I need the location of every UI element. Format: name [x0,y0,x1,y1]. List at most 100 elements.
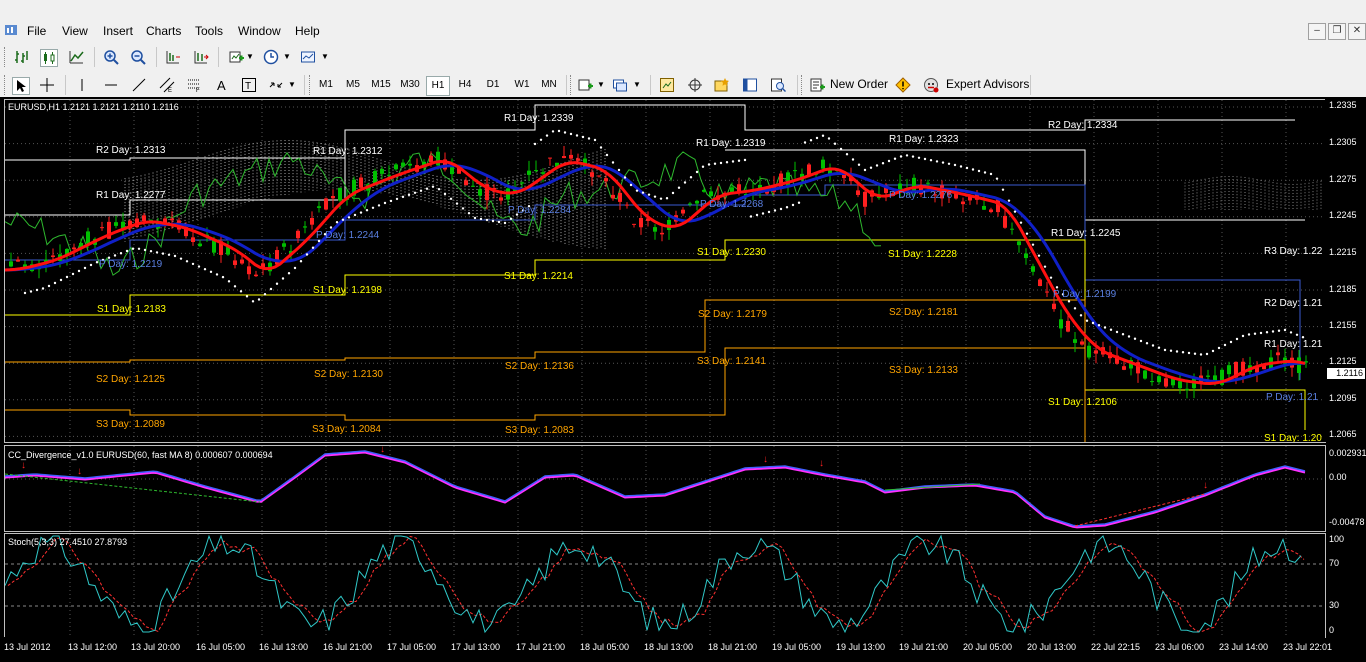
menu-tools[interactable]: Tools [195,24,223,38]
psar-dot [557,129,561,133]
stochastic-panel-title: Stoch(5,3,3) 27.4510 27.8793 [8,537,128,547]
time-label: 18 Jul 13:00 [644,642,694,652]
arrows-icon[interactable] [268,77,284,93]
market-watch-icon[interactable] [659,77,675,93]
timeframe-w1[interactable]: W1 [510,76,534,94]
time-label: 16 Jul 05:00 [196,642,246,652]
autoscroll-icon[interactable] [193,49,209,65]
psar-dot [29,290,33,293]
psar-dot [71,272,75,276]
clock-icon[interactable] [263,49,279,65]
add-indicator-icon[interactable] [228,49,244,65]
psar-dot [335,221,339,224]
psar-dot [167,253,171,256]
timeframe-d1[interactable]: D1 [481,76,505,94]
stochastic-tick: 70 [1329,558,1340,568]
bar-chart-icon[interactable] [14,49,30,65]
menu-help[interactable]: Help [295,24,320,38]
close-button[interactable]: ✕ [1348,23,1366,40]
psar-dot [1163,348,1167,352]
psar-dot [683,181,687,184]
candle-body [653,227,657,232]
pivot-label: R1 Day: 1.2277 [96,190,166,201]
expert-advisors-button[interactable]: Expert Advisors [946,77,1029,91]
pivot-label: S1 Day: 1.2198 [313,285,382,296]
new-order-icon[interactable] [809,77,825,93]
timeframe-m1[interactable]: M1 [314,76,338,94]
menu-window[interactable]: Window [238,24,281,38]
candle-body [233,260,237,265]
menu-charts[interactable]: Charts [146,24,181,38]
zoom-in-icon[interactable] [103,49,119,65]
chevron-down-icon[interactable]: ▼ [283,52,291,61]
timeframe-h1[interactable]: H1 [426,76,450,96]
strategy-tester-icon[interactable] [770,77,786,93]
psar-dot [983,171,987,174]
psar-dot [1037,254,1041,257]
chart-shift-icon[interactable] [165,49,181,65]
vertical-line-icon[interactable] [74,77,90,93]
navigator-icon[interactable] [687,77,703,93]
zoom-out-icon[interactable] [130,49,146,65]
trendline-icon[interactable] [131,77,147,93]
text-label-icon[interactable]: T [241,77,257,93]
psar-dot [1127,335,1131,338]
psar-dot [653,195,657,198]
chevron-down-icon[interactable]: ▼ [597,80,605,89]
candle-body [926,182,930,184]
chevron-down-icon[interactable]: ▼ [633,80,641,89]
timeframe-m30[interactable]: M30 [397,76,423,94]
warning-icon[interactable] [895,77,911,93]
candle-body [1017,241,1021,246]
menu-view[interactable]: View [62,24,88,38]
candle-body [681,209,685,214]
menu-insert[interactable]: Insert [103,24,133,38]
psar-dot [425,187,429,190]
cursor-icon[interactable] [12,77,30,95]
chevron-down-icon[interactable]: ▼ [288,80,296,89]
terminal-icon[interactable] [742,77,758,93]
price-tick: 1.2275 [1329,174,1357,184]
psar-dot [887,159,891,163]
chevron-down-icon[interactable]: ▼ [321,52,329,61]
price-panel[interactable]: R1 Day: 1.2339 R2 Day: 1.2313 R1 Day: 1.23… [4,99,1326,443]
profiles-icon[interactable] [612,77,628,93]
psar-dot [1205,352,1209,356]
psar-dot [593,138,597,142]
timeframe-m5[interactable]: M5 [341,76,365,94]
timeframe-m15[interactable]: M15 [368,76,394,94]
menu-file[interactable]: File [27,24,46,38]
psar-dot [713,162,717,165]
template-icon[interactable] [300,49,316,65]
psar-dot [1049,276,1053,279]
timeframe-mn[interactable]: MN [537,76,561,94]
time-label: 19 Jul 05:00 [772,642,822,652]
price-tick: 1.2215 [1329,247,1357,257]
equidistant-channel-icon[interactable]: E [159,77,175,93]
psar-dot [755,213,759,217]
divergence-signal-line [5,451,1306,529]
horizontal-line-icon[interactable] [103,77,119,93]
expert-advisors-icon[interactable] [923,77,939,93]
psar-dot [563,131,567,134]
stochastic-panel[interactable] [4,533,1326,638]
timeframe-h4[interactable]: H4 [453,76,477,94]
minimize-button[interactable]: – [1308,23,1326,40]
chevron-down-icon[interactable]: ▼ [246,52,254,61]
new-chart-icon[interactable] [577,77,593,93]
fibonacci-icon[interactable]: F [186,77,202,93]
pivot-label: P Day: 1.2244 [316,230,380,241]
candle-body [359,177,363,188]
psar-dot [743,158,747,162]
psar-dot [1085,319,1089,322]
line-chart-icon[interactable] [68,49,84,65]
psar-dot [575,134,579,137]
crosshair-icon[interactable] [39,77,55,93]
favorites-icon[interactable] [714,77,730,93]
restore-button[interactable]: ❐ [1328,23,1346,40]
text-icon[interactable]: A [214,77,230,93]
psar-dot [251,300,255,303]
psar-dot [905,154,909,157]
candle-chart-icon[interactable] [40,49,58,67]
new-order-button[interactable]: New Order [830,77,888,91]
